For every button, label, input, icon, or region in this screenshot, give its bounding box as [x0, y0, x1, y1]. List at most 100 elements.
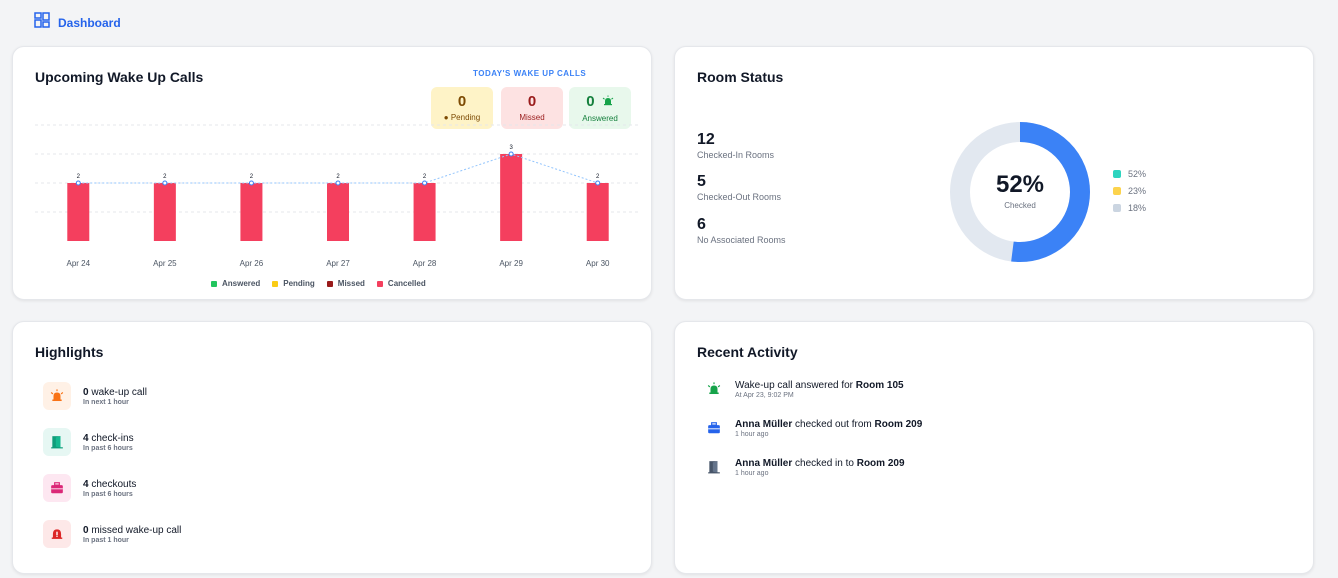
legend-swatch	[211, 280, 217, 287]
activity-time: At Apr 23, 9:02 PM	[735, 392, 794, 399]
legend-label: 52%	[1128, 168, 1147, 179]
highlight-main: 0 wake-up call	[83, 387, 147, 398]
alarm-ringing-icon	[43, 382, 71, 410]
wake-up-calls-card: Upcoming Wake Up Calls TODAY'S WAKE UP C…	[12, 46, 652, 300]
bar-apr-29[interactable]	[500, 154, 523, 241]
activity-guest[interactable]: Anna Müller	[735, 458, 792, 469]
x-tick-label: Apr 24	[66, 259, 90, 268]
x-tick-label: Apr 29	[499, 259, 523, 268]
highlight-label: wake-up call	[88, 386, 147, 398]
highlight-label: checkouts	[88, 478, 137, 490]
highlight-main: 0 missed wake-up call	[83, 525, 181, 536]
x-tick-label: Apr 27	[326, 259, 350, 268]
highlights-card: Highlights 0 wake-up call In next 1 hour…	[12, 321, 652, 574]
highlight-item-missed[interactable]: 0 missed wake-up call In past 1 hour	[43, 520, 181, 548]
highlight-item-check-ins[interactable]: 4 check-ins In past 6 hours	[43, 428, 134, 456]
donut-center: 52% Checked	[975, 171, 1065, 210]
card-title: Room Status	[697, 69, 784, 85]
activity-time: 1 hour ago	[735, 470, 769, 477]
data-label: 2	[250, 174, 254, 180]
legend-swatch	[1113, 186, 1121, 195]
trend-point[interactable]	[422, 180, 428, 186]
legend-label: Cancelled	[387, 279, 426, 288]
data-label: 2	[596, 174, 600, 180]
stat-value: 12	[697, 131, 715, 148]
wake-up-calls-chart: 2 Apr 24 2 Apr 25 2 Apr 26 2 Apr 27 2 Apr 28 3 Apr …	[35, 124, 641, 268]
bar-apr-27[interactable]	[327, 183, 349, 241]
alarm-ringing-icon	[705, 380, 723, 398]
stat-label: Checked-In Rooms	[697, 150, 775, 160]
bar-apr-28[interactable]	[413, 183, 436, 241]
x-tick-label: Apr 28	[413, 259, 437, 268]
highlight-item-wake-up[interactable]: 0 wake-up call In next 1 hour	[43, 382, 147, 410]
legend-item[interactable]: 18%	[1113, 199, 1146, 216]
legend-swatch	[326, 280, 333, 287]
highlight-main: 4 check-ins	[83, 433, 134, 444]
legend-item[interactable]: 52%	[1113, 165, 1146, 182]
activity-main: Anna Müller checked in to Room 209	[735, 458, 905, 469]
legend-item-pending[interactable]: Pending	[272, 279, 315, 288]
legend-item-answered[interactable]: Answered	[211, 279, 260, 288]
activity-text: Wake-up call answered for Room 105 At Ap…	[735, 380, 904, 399]
trend-point[interactable]	[335, 180, 341, 186]
legend-item-cancelled[interactable]: Cancelled	[376, 279, 426, 288]
highlight-item-checkouts[interactable]: 4 checkouts In past 6 hours	[43, 474, 136, 502]
bar-apr-26[interactable]	[240, 183, 263, 241]
x-tick-label: Apr 26	[240, 259, 264, 268]
card-title: Recent Activity	[697, 344, 798, 360]
legend-swatch	[1113, 169, 1121, 178]
stat-value: 5	[697, 173, 706, 190]
data-label: 2	[163, 174, 167, 180]
highlight-label: missed wake-up call	[88, 524, 182, 536]
activity-main: Wake-up call answered for Room 105	[735, 380, 904, 391]
highlight-text: 0 missed wake-up call In past 1 hour	[83, 525, 181, 544]
trend-point[interactable]	[595, 180, 601, 186]
briefcase-icon	[705, 419, 723, 437]
activity-guest[interactable]: Anna Müller	[735, 419, 792, 430]
activity-room[interactable]: Room 105	[856, 380, 904, 391]
highlight-text: 4 checkouts In past 6 hours	[83, 479, 136, 498]
highlight-sub: In past 1 hour	[83, 536, 129, 544]
trend-point[interactable]	[162, 180, 168, 186]
data-label: 2	[423, 174, 427, 180]
trend-point[interactable]	[508, 151, 514, 157]
highlight-sub: In next 1 hour	[83, 398, 129, 406]
legend-item-missed[interactable]: Missed	[326, 279, 365, 288]
activity-action: checked in to	[792, 458, 857, 469]
chart-legend: Answered Pending Missed Cancelled	[211, 279, 426, 288]
activity-item[interactable]: Wake-up call answered for Room 105 At Ap…	[705, 380, 904, 399]
legend-label: 23%	[1128, 185, 1147, 196]
activity-time: 1 hour ago	[735, 431, 769, 438]
bar-apr-24[interactable]	[67, 183, 90, 241]
bar-apr-30[interactable]	[586, 183, 609, 241]
highlight-sub: In past 6 hours	[83, 444, 133, 452]
activity-text: Anna Müller checked out from Room 209 1 …	[735, 419, 922, 438]
x-tick-label: Apr 25	[153, 259, 177, 268]
activity-room[interactable]: Room 209	[875, 419, 923, 430]
page-header: Dashboard	[34, 12, 121, 33]
activity-item[interactable]: Anna Müller checked out from Room 209 1 …	[705, 419, 922, 438]
legend-label: Answered	[222, 279, 261, 288]
dashboard-grid-icon	[34, 12, 50, 33]
trend-point[interactable]	[248, 180, 254, 186]
legend-item[interactable]: 23%	[1113, 182, 1146, 199]
stat-label: No Associated Rooms	[697, 235, 786, 245]
highlight-main: 4 checkouts	[83, 479, 136, 490]
recent-activity-card: Recent Activity Wake-up call answered fo…	[674, 321, 1314, 574]
activity-action: checked out from	[792, 419, 875, 430]
bar-apr-25[interactable]	[153, 183, 176, 241]
trend-point[interactable]	[75, 180, 81, 186]
data-label: 3	[509, 145, 513, 151]
legend-swatch	[376, 280, 383, 287]
activity-item[interactable]: Anna Müller checked in to Room 209 1 hou…	[705, 458, 905, 477]
activity-text: Anna Müller checked in to Room 209 1 hou…	[735, 458, 905, 477]
page-title[interactable]: Dashboard	[58, 16, 121, 30]
checked-in-rooms-stat: 12 Checked-In Rooms	[697, 131, 774, 160]
legend-label: Pending	[283, 279, 315, 288]
highlight-text: 4 check-ins In past 6 hours	[83, 433, 134, 452]
activity-room[interactable]: Room 209	[857, 458, 905, 469]
stat-value: 6	[697, 216, 706, 233]
data-label: 2	[336, 174, 340, 180]
legend-label: 18%	[1128, 202, 1147, 213]
highlight-sub: In past 6 hours	[83, 490, 133, 498]
